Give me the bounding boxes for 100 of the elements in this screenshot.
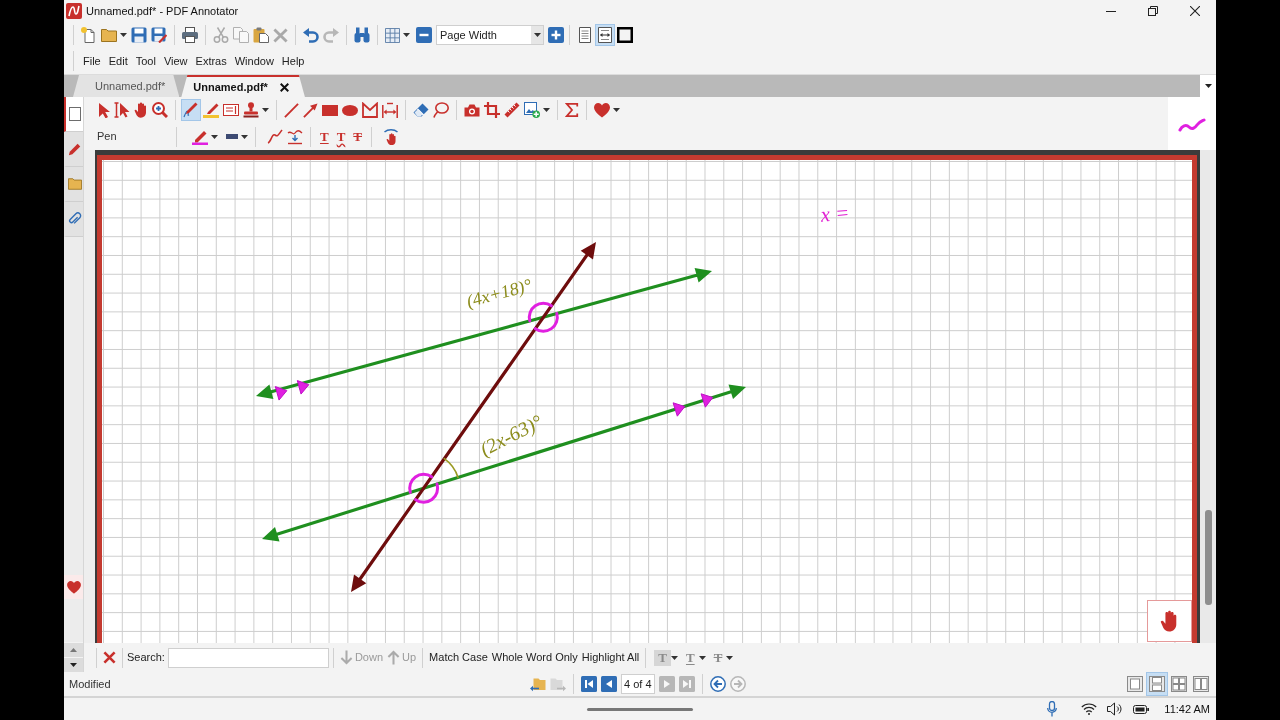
lasso-tool-button[interactable] <box>431 99 451 121</box>
caret-down-icon <box>70 663 77 667</box>
single-page-icon <box>577 27 593 43</box>
text-cursor-icon <box>114 102 130 118</box>
continuous-layout-button[interactable] <box>1146 672 1168 696</box>
pen-tool-button[interactable] <box>181 99 201 121</box>
image-icon <box>524 102 540 118</box>
paperclip-icon <box>67 212 82 226</box>
annotations-tab[interactable] <box>64 132 83 167</box>
grid-icon <box>385 27 400 43</box>
menu-item[interactable]: File <box>79 50 105 72</box>
forward-arrow-icon <box>730 676 746 692</box>
scrollbar[interactable] <box>1200 150 1216 643</box>
search-option-button[interactable]: Match Case <box>427 646 490 669</box>
first-page-button[interactable] <box>579 673 599 695</box>
tab-list-button[interactable] <box>1200 75 1216 97</box>
favorites-tab[interactable] <box>64 575 83 599</box>
menu-item[interactable]: Edit <box>104 50 132 72</box>
polygon-tool-button[interactable] <box>360 99 380 121</box>
folder-icon <box>67 178 82 190</box>
text-markup-button[interactable]: T <box>332 128 350 145</box>
bookmarks-tab[interactable] <box>64 167 83 202</box>
fit-width-view-button[interactable] <box>595 24 615 46</box>
status-text: Modified <box>68 676 111 692</box>
down-arrow-icon <box>339 650 353 665</box>
menu-item[interactable]: Help <box>277 50 309 72</box>
up-arrow-icon <box>387 650 401 665</box>
minus-icon[interactable] <box>416 27 432 43</box>
scroll-up-button[interactable] <box>64 642 83 657</box>
folder-arrow-icon <box>530 676 546 692</box>
clipboard-icon <box>253 27 269 43</box>
dimension-icon <box>382 102 398 118</box>
hand-button[interactable] <box>1147 600 1192 642</box>
thumbnails-tab[interactable] <box>64 97 83 132</box>
menu-item[interactable]: Tool <box>131 50 160 72</box>
pencil-icon <box>192 128 208 145</box>
undo-icon <box>303 27 319 43</box>
grid-layout-icon <box>1171 676 1187 692</box>
document-tab[interactable]: Unnamed.pdf* <box>181 75 305 97</box>
line-icon <box>284 102 299 118</box>
stamp-tool-button[interactable] <box>241 99 271 121</box>
caret-icon <box>241 134 248 139</box>
document-tab[interactable]: Unnamed.pdf* <box>73 75 180 97</box>
eraser-icon <box>413 103 429 117</box>
caret-icon <box>726 655 734 660</box>
page-number-field[interactable]: 4 of 4 <box>621 674 655 694</box>
text-markup-button[interactable]: T <box>349 128 366 145</box>
angle-mark-icon <box>408 472 434 494</box>
battery-icon <box>1133 704 1150 714</box>
menu-item[interactable]: View <box>159 50 192 72</box>
zoom-dropdown[interactable]: Page Width <box>436 25 544 45</box>
menu-item[interactable]: Extras <box>191 50 231 72</box>
previous-page-icon <box>601 676 617 692</box>
crop-tool-button[interactable] <box>482 99 502 121</box>
previous-page-button[interactable] <box>599 673 619 695</box>
caret-icon <box>120 33 127 37</box>
hand-icon <box>1160 610 1179 632</box>
caret-icon <box>211 134 218 139</box>
plus-icon[interactable] <box>548 27 564 43</box>
back-arrow-icon <box>710 676 726 692</box>
straighten-icon <box>287 128 303 145</box>
camera-icon <box>464 103 480 117</box>
search-field[interactable] <box>167 647 329 668</box>
angle-arc-icon <box>443 457 459 479</box>
next-page-icon <box>659 676 675 692</box>
full-screen-button[interactable] <box>615 24 635 46</box>
copy-icon <box>233 27 249 43</box>
close-icon[interactable] <box>279 82 289 92</box>
pencil-icon <box>67 142 82 156</box>
back-button[interactable] <box>708 673 728 695</box>
binoculars-icon <box>354 27 370 43</box>
search-option-button[interactable]: Whole Word Only <box>489 646 580 669</box>
caret-icon <box>262 108 269 112</box>
parallel-mark-icon <box>700 393 714 408</box>
folder-icon <box>101 28 117 42</box>
text-markup-button[interactable]: T <box>316 128 333 145</box>
menu-item[interactable]: Window <box>230 50 278 72</box>
caret-up-icon <box>70 648 77 652</box>
text-select-tool-button[interactable] <box>112 99 132 121</box>
minimize-icon <box>1106 10 1116 12</box>
zoom-tool-button[interactable] <box>150 99 170 121</box>
crop-icon <box>484 102 500 118</box>
scrollbar-thumb[interactable] <box>1204 510 1212 605</box>
single-layout-icon <box>1127 676 1143 692</box>
attachments-tab[interactable] <box>64 202 83 237</box>
window-title: Unnamed.pdf* - PDF Annotator <box>86 3 239 19</box>
search-option-button[interactable]: Highlight All <box>579 646 642 669</box>
caret-icon <box>533 33 541 37</box>
page-width-icon <box>597 27 613 43</box>
curve-icon <box>267 128 283 145</box>
print-button[interactable] <box>180 24 200 46</box>
caret-icon <box>403 33 410 37</box>
folder-arrow-icon <box>550 676 566 692</box>
redo-icon <box>323 27 339 43</box>
cross-icon <box>273 27 288 43</box>
image-tool-button[interactable] <box>522 99 552 121</box>
floppy-pen-icon <box>151 27 167 43</box>
frame-icon <box>617 27 633 43</box>
scroll-down-button[interactable] <box>64 657 83 672</box>
home-indicator[interactable] <box>587 707 693 711</box>
